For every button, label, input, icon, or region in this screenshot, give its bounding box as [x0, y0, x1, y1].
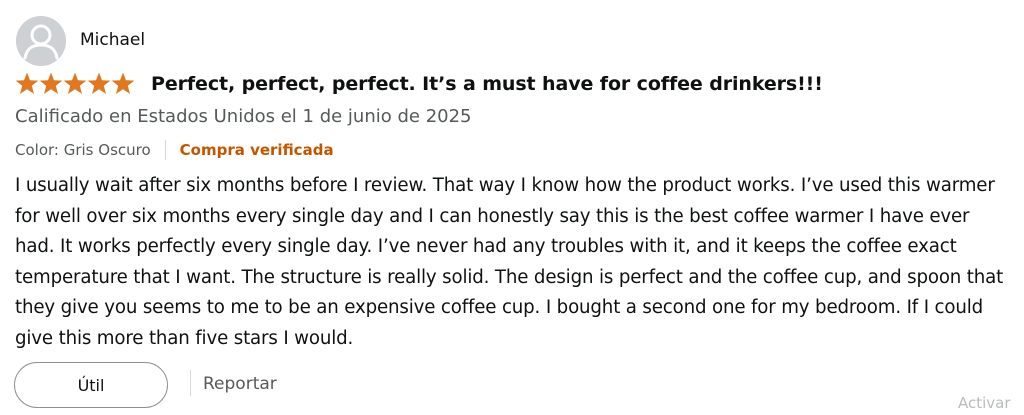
star-icon: [63, 72, 87, 94]
review-title-row: Perfect, perfect, perfect. It’s a must h…: [15, 72, 823, 95]
meta-divider: [164, 140, 166, 160]
helpful-button[interactable]: Útil: [14, 362, 168, 408]
star-icon: [15, 72, 39, 94]
star-icon: [87, 72, 111, 94]
review-date: Calificado en Estados Unidos el 1 de jun…: [15, 106, 472, 127]
review-actions: Útil Reportar: [14, 362, 277, 408]
star-icon: [39, 72, 63, 94]
star-icon: [111, 72, 135, 94]
review-meta: Color: Gris Oscuro Compra verificada: [15, 140, 334, 160]
verified-purchase-badge[interactable]: Compra verificada: [180, 141, 334, 159]
avatar[interactable]: [16, 16, 66, 66]
report-link[interactable]: Reportar: [203, 374, 277, 394]
user-icon: [16, 16, 66, 66]
activation-watermark: Activar: [958, 394, 1011, 412]
review-body: I usually wait after six months before I…: [15, 175, 1004, 349]
reviewer-name[interactable]: Michael: [80, 30, 145, 50]
product-variant: Color: Gris Oscuro: [15, 141, 151, 159]
action-divider: [190, 370, 191, 396]
customer-review: Michael Perfect, perfect, perfect. It’s …: [0, 0, 1024, 415]
reviewer-profile[interactable]: Michael: [16, 16, 145, 66]
star-rating[interactable]: [15, 72, 135, 95]
review-title[interactable]: Perfect, perfect, perfect. It’s a must h…: [151, 73, 823, 95]
